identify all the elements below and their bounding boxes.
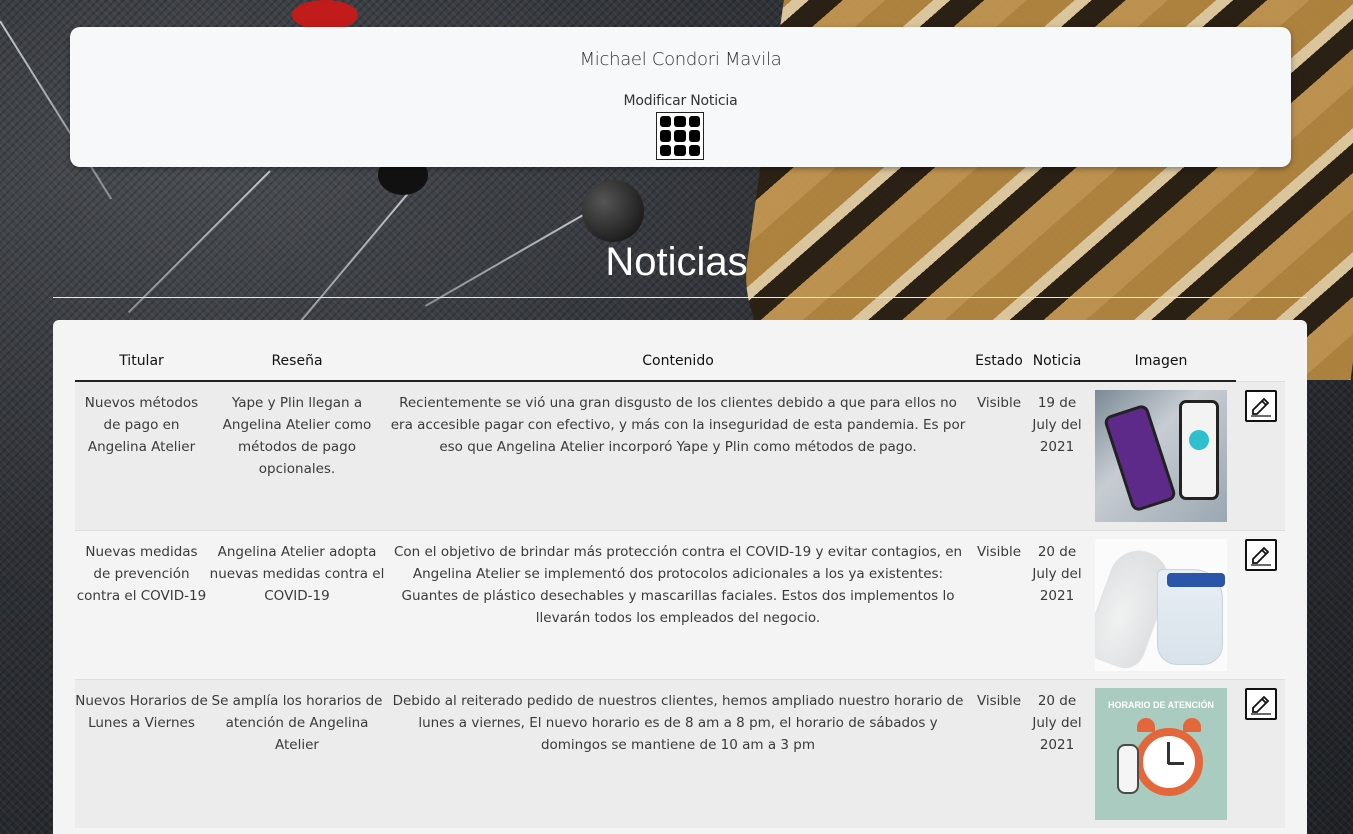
cell-contenido: Con el objetivo de brindar más protecció… — [393, 543, 963, 626]
modify-news-link[interactable]: Modificar Noticia — [70, 93, 1291, 109]
edit-pencil-icon — [1250, 546, 1271, 566]
title-divider — [53, 297, 1307, 298]
table-row: Nuevas medidas de prevención contra el C… — [75, 530, 1285, 679]
cell-contenido: Recientemente se vió una gran disgusto d… — [390, 395, 966, 455]
cell-estado: Visible — [976, 692, 1022, 709]
column-header-noticia: Noticia — [1028, 342, 1086, 382]
column-header-imagen: Imagen — [1086, 342, 1236, 382]
cell-actions — [1236, 381, 1285, 530]
cell-resena: Se amplía los horarios de atención de An… — [211, 692, 383, 753]
edit-button[interactable] — [1244, 687, 1277, 720]
user-name: Michael Condori Mavila — [579, 49, 782, 70]
column-header-contenido: Contenido — [386, 342, 970, 382]
cell-contenido: Debido al reiterado pedido de nuestros c… — [392, 692, 964, 753]
edit-pencil-icon — [1250, 695, 1271, 715]
cell-resena: Angelina Atelier adopta nuevas medidas c… — [209, 543, 385, 604]
alarm-clock-image: HORARIO DE ATENCIÓN — [1095, 687, 1227, 820]
cell-titular: Nuevas medidas de prevención contra el C… — [76, 543, 207, 604]
news-table: Titular Reseña Contenido Estado Noticia … — [75, 342, 1285, 828]
cell-estado: Visible — [976, 543, 1022, 560]
cell-fecha: 20 de July del 2021 — [1032, 692, 1082, 753]
page-title: Noticias — [605, 240, 748, 284]
cell-resena: Yape y Plin llegan a Angelina Atelier co… — [222, 395, 372, 477]
cell-fecha: 19 de July del 2021 — [1032, 395, 1082, 455]
cell-estado: Visible — [976, 395, 1022, 411]
cell-actions — [1236, 679, 1285, 828]
column-header-resena: Reseña — [208, 342, 386, 382]
news-table-card: Titular Reseña Contenido Estado Noticia … — [53, 320, 1307, 834]
header-card: Michael Condori Mavila Modificar Noticia — [70, 27, 1291, 167]
cell-titular: Nuevos Horarios de Lunes a Viernes — [75, 692, 208, 731]
gloves-face-shield-image — [1095, 538, 1227, 671]
cell-imagen: HORARIO DE ATENCIÓN — [1086, 679, 1236, 828]
grid-menu-icon[interactable] — [656, 112, 704, 160]
column-header-titular: Titular — [75, 342, 208, 382]
edit-pencil-icon — [1250, 397, 1271, 417]
table-row: Nuevos métodos de pago en Angelina Ateli… — [75, 381, 1285, 530]
edit-button[interactable] — [1244, 538, 1277, 571]
table-header-row: Titular Reseña Contenido Estado Noticia … — [75, 342, 1285, 382]
cell-titular: Nuevos métodos de pago en Angelina Ateli… — [84, 395, 199, 455]
column-header-actions — [1236, 342, 1285, 381]
cell-fecha: 20 de July del 2021 — [1032, 543, 1082, 604]
table-row: Nuevos Horarios de Lunes a Viernes Se am… — [75, 679, 1285, 828]
cell-imagen — [1086, 530, 1236, 679]
image-caption: HORARIO DE ATENCIÓN — [1107, 699, 1214, 710]
payment-phones-image — [1095, 390, 1227, 522]
cell-actions — [1236, 530, 1285, 679]
column-header-estado: Estado — [970, 342, 1028, 382]
edit-button[interactable] — [1244, 389, 1277, 422]
cell-imagen — [1086, 381, 1236, 530]
